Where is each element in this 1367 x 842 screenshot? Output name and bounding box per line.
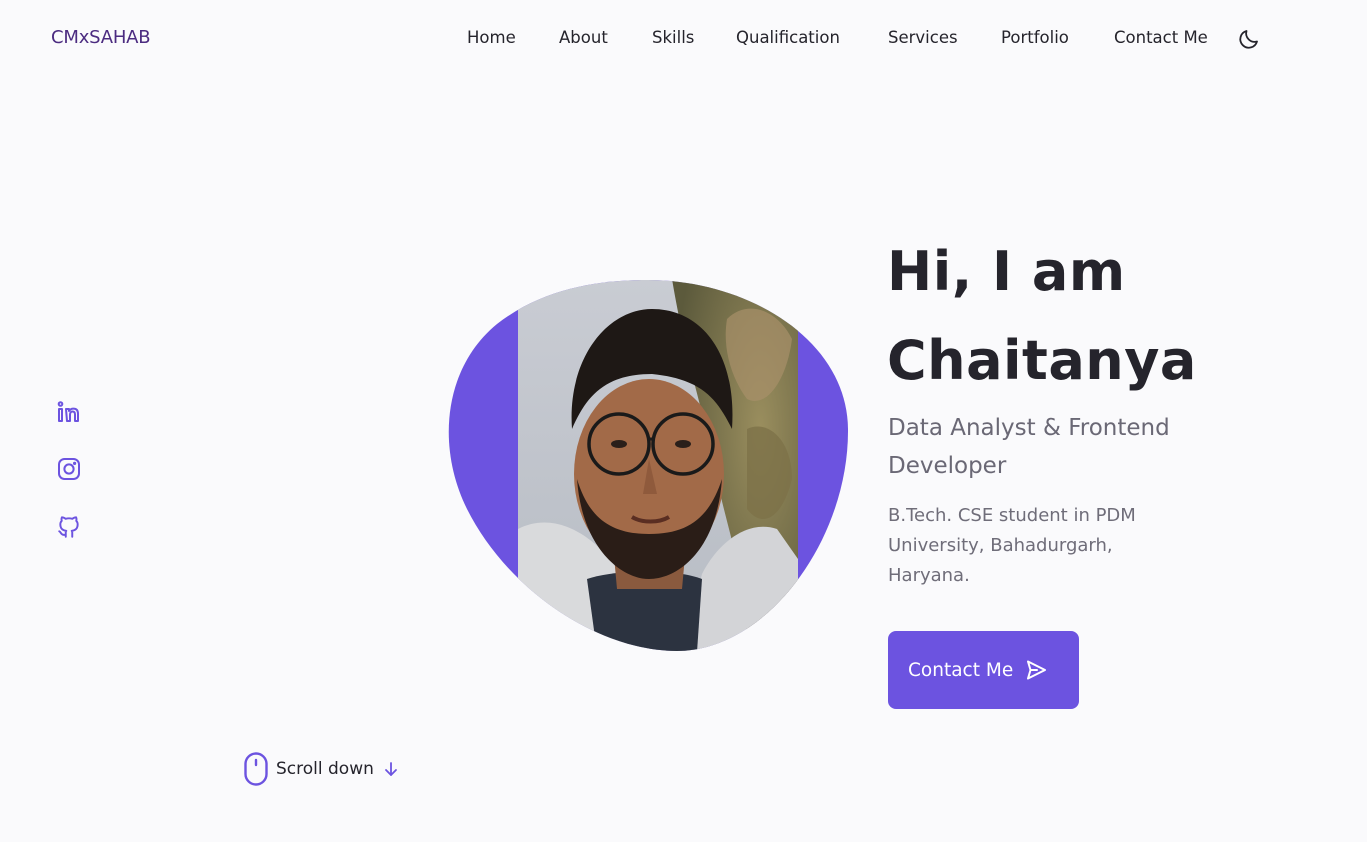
instagram-icon xyxy=(58,458,80,480)
profile-image-blob xyxy=(447,279,849,652)
nav-link-services[interactable]: Services xyxy=(888,28,958,47)
profile-photo xyxy=(448,280,849,651)
linkedin-icon xyxy=(57,401,79,422)
github-icon xyxy=(58,516,79,538)
send-icon xyxy=(1027,660,1047,680)
navbar: CMxSAHAB Home About Skills Qualification… xyxy=(0,0,1367,78)
moon-icon xyxy=(1239,30,1258,49)
linkedin-link[interactable] xyxy=(56,399,82,425)
arrow-down-icon xyxy=(384,762,397,776)
instagram-link[interactable] xyxy=(56,456,82,482)
contact-me-button[interactable]: Contact Me xyxy=(888,631,1079,709)
nav-link-skills[interactable]: Skills xyxy=(652,28,694,47)
nav-link-portfolio[interactable]: Portfolio xyxy=(1001,28,1069,47)
contact-me-button-label: Contact Me xyxy=(908,659,1014,681)
scroll-down-link[interactable]: Scroll down xyxy=(243,752,399,786)
github-link[interactable] xyxy=(56,514,82,540)
mouse-icon xyxy=(244,752,268,786)
hero-title-name: Chaitanya xyxy=(887,329,1197,392)
theme-toggle-button[interactable] xyxy=(1237,27,1261,51)
nav-link-qualification[interactable]: Qualification xyxy=(736,28,840,47)
hero-subtitle: Data Analyst & Frontend Developer xyxy=(888,415,1170,479)
hero-title-greeting: Hi, I am xyxy=(887,240,1126,303)
site-logo[interactable]: CMxSAHAB xyxy=(51,27,151,48)
nav-link-contact[interactable]: Contact Me xyxy=(1114,28,1208,47)
hero-description: B.Tech. CSE student in PDM University, B… xyxy=(888,505,1136,586)
nav-link-about[interactable]: About xyxy=(559,28,608,47)
nav-link-home[interactable]: Home xyxy=(467,28,516,47)
scroll-down-label: Scroll down xyxy=(276,759,374,779)
